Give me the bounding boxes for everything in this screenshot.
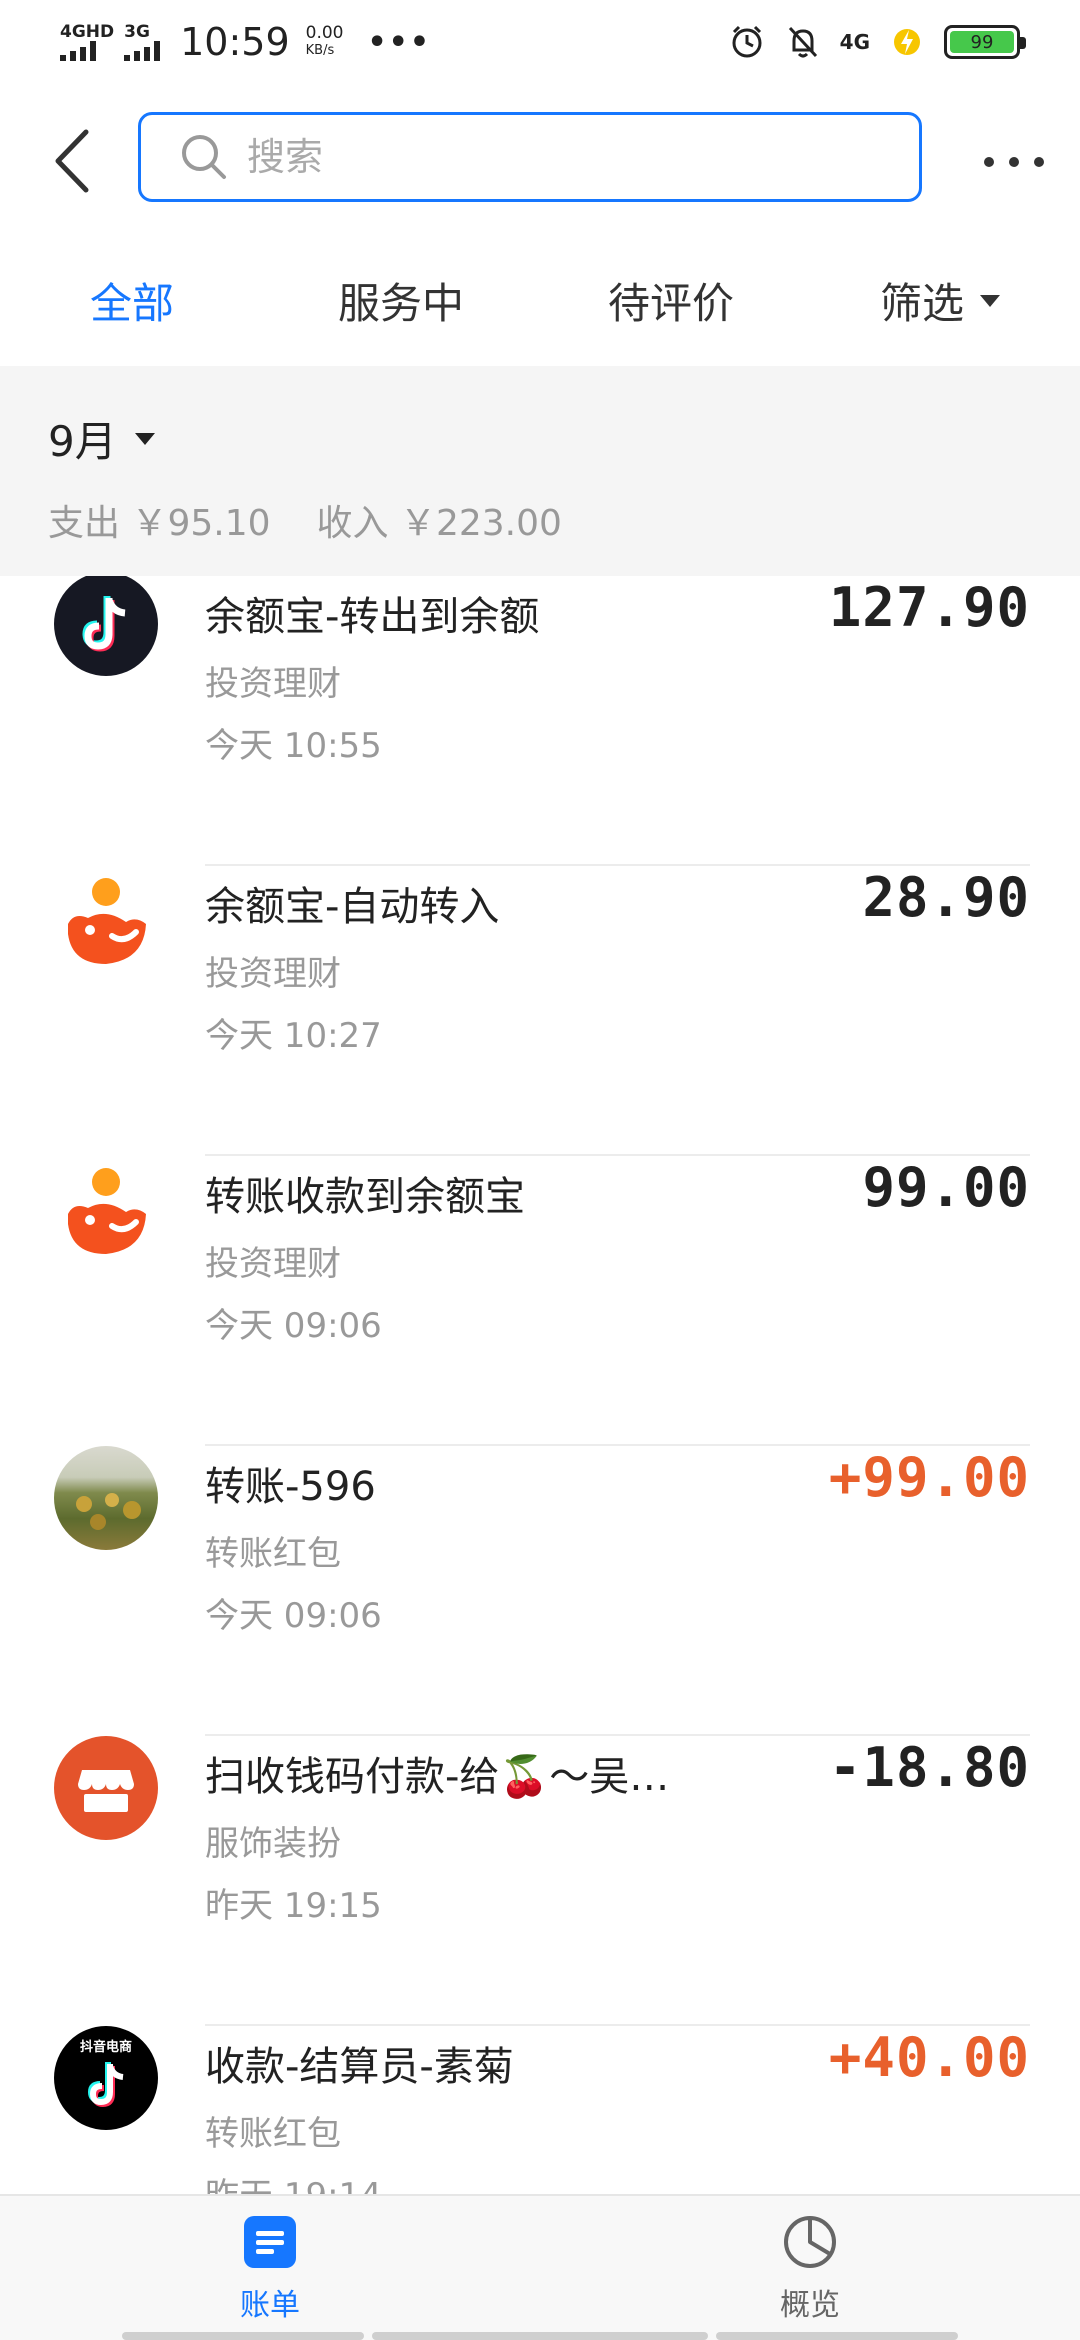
mute-bell-icon [784, 23, 822, 61]
yuebao-icon [54, 1162, 158, 1266]
expense-total: 支出 ￥95.10 [48, 503, 271, 544]
shop-icon [54, 1736, 158, 1840]
signal-label: 3G [124, 22, 150, 42]
bill-icon [244, 2216, 296, 2268]
transaction-row[interactable]: 抖音电商 收款-结算员-素菊 转账红包 昨天 19:14 +40.00 [0, 2026, 1080, 2194]
transaction-category: 投资理财 [205, 664, 341, 704]
transaction-amount: -18.80 [828, 1736, 1030, 1799]
transaction-amount: 99.00 [862, 1156, 1030, 1219]
brand-badge-text: 抖音电商 [79, 2040, 132, 2055]
speed-value: 0.00 [305, 23, 344, 43]
status-bar: 4GHD 3G 10:59 0.00 KB/s ••• 4G 99 [0, 0, 1080, 84]
alarm-icon [728, 23, 766, 61]
charging-icon [888, 23, 926, 61]
income-total: 收入 ￥223.00 [316, 503, 562, 544]
transaction-title: 转账收款到余额宝 [205, 1174, 525, 1220]
transaction-row[interactable]: 余额宝-自动转入 投资理财 今天 10:27 28.90 [0, 866, 1080, 1156]
douyin-icon [54, 576, 158, 676]
transaction-category: 服饰装扮 [205, 1824, 341, 1864]
search-box[interactable] [138, 112, 922, 202]
tab-to-review[interactable]: 待评价 [608, 270, 734, 331]
transaction-time: 昨天 19:14 [205, 2168, 382, 2194]
transaction-amount: 28.90 [862, 866, 1030, 929]
transaction-title: 收款-结算员-素菊 [205, 2044, 514, 2090]
transaction-time: 今天 10:55 [205, 726, 382, 766]
transaction-amount: +40.00 [828, 2026, 1030, 2089]
transaction-category: 转账红包 [205, 1534, 341, 1574]
back-button[interactable] [48, 126, 98, 196]
douyin-ecommerce-icon: 抖音电商 [54, 2026, 158, 2130]
month-summary: 9月 支出 ￥95.10 收入 ￥223.00 [0, 366, 1080, 576]
transaction-row[interactable]: 余额宝-转出到余额 投资理财 今天 10:55 127.90 [0, 576, 1080, 866]
transaction-time: 今天 09:06 [205, 1306, 382, 1346]
transaction-title: 扫收钱码付款-给🍒～吴… [205, 1754, 670, 1800]
yuebao-icon [54, 872, 158, 976]
pie-chart-icon [784, 2216, 836, 2268]
network-4g: 4G [839, 30, 870, 54]
transaction-time: 今天 10:27 [205, 1016, 382, 1056]
chevron-left-icon [55, 129, 89, 193]
transaction-title: 余额宝-自动转入 [205, 884, 500, 930]
home-indicator [716, 2332, 958, 2340]
transaction-row[interactable]: 转账-596 转账红包 今天 09:06 +99.00 [0, 1446, 1080, 1736]
bottom-nav: 账单 概览 [0, 2194, 1080, 2340]
user-avatar-photo [54, 1446, 158, 1550]
nav-overview-label: 概览 [780, 2288, 840, 2323]
transaction-category: 投资理财 [205, 954, 341, 994]
transaction-time: 今天 09:06 [205, 1596, 382, 1636]
network-speed: 0.00 KB/s [306, 24, 344, 60]
search-input[interactable] [247, 135, 847, 179]
battery-icon: 99 [944, 25, 1026, 59]
tab-filter[interactable]: 筛选 [880, 270, 1001, 331]
transaction-category: 转账红包 [205, 2114, 341, 2154]
nav-overview[interactable]: 概览 [730, 2214, 890, 2324]
transaction-row[interactable]: 转账收款到余额宝 投资理财 今天 09:06 99.00 [0, 1156, 1080, 1446]
nav-bill-label: 账单 [240, 2288, 300, 2323]
tab-all[interactable]: 全部 [90, 270, 174, 331]
caret-down-icon [134, 432, 155, 445]
signal-bars-icon [124, 41, 161, 61]
caret-down-icon [980, 294, 1001, 307]
home-indicator [122, 2332, 364, 2340]
home-indicator [372, 2332, 708, 2340]
nav-bill[interactable]: 账单 [190, 2214, 350, 2324]
filter-tabs: 全部 服务中 待评价 筛选 [0, 252, 1080, 352]
transaction-row[interactable]: 扫收钱码付款-给🍒～吴… 服饰装扮 昨天 19:15 -18.80 [0, 1736, 1080, 2026]
status-more: ••• [367, 24, 432, 60]
header [0, 84, 1080, 224]
transaction-time: 昨天 19:15 [205, 1886, 382, 1926]
battery-level: 99 [950, 31, 1014, 53]
signal-4ghd: 4GHD [60, 23, 114, 61]
search-icon [182, 135, 226, 179]
speed-unit: KB/s [305, 43, 335, 58]
tab-in-service[interactable]: 服务中 [338, 270, 464, 331]
signal-3g: 3G [124, 22, 161, 61]
signal-bars-icon [60, 41, 96, 61]
month-totals: 支出 ￥95.10 收入 ￥223.00 [48, 494, 562, 546]
transaction-amount: +99.00 [828, 1446, 1030, 1509]
transaction-list: 余额宝-转出到余额 投资理财 今天 10:55 127.90 余额宝-自动转入 … [0, 576, 1080, 2194]
filter-label: 筛选 [880, 279, 965, 328]
more-options-button[interactable] [984, 142, 1044, 182]
status-time: 10:59 [180, 20, 290, 64]
month-selector[interactable]: 9月 [48, 408, 155, 469]
transaction-title: 转账-596 [205, 1464, 376, 1510]
transaction-category: 投资理财 [205, 1244, 341, 1284]
transaction-amount: 127.90 [828, 576, 1030, 639]
transaction-title: 余额宝-转出到余额 [205, 594, 540, 640]
signal-label: 4GHD [60, 22, 115, 42]
month-label: 9月 [48, 417, 117, 466]
